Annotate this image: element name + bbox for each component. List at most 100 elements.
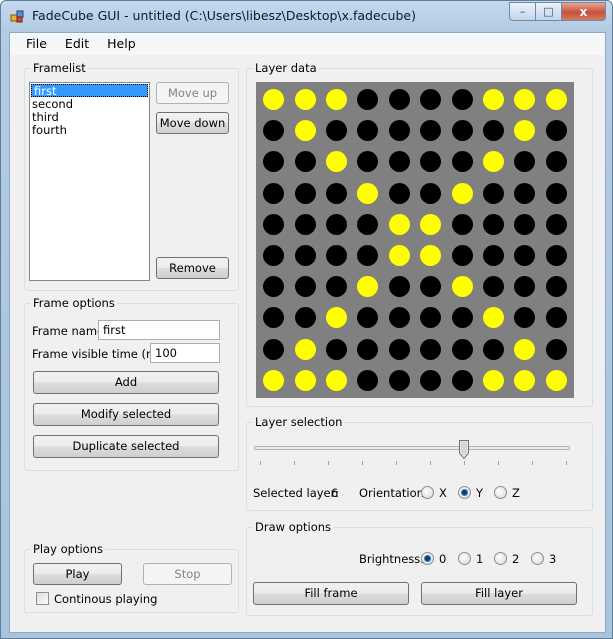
continuous-playing-label[interactable]: Continous playing [54,592,157,606]
led-cell[interactable] [415,146,446,177]
led-cell[interactable] [289,240,320,271]
led-cell[interactable] [258,146,289,177]
orientation-x-label[interactable]: X [439,486,447,500]
led-cell[interactable] [478,84,509,115]
led-cell[interactable] [352,209,383,240]
led-cell[interactable] [384,209,415,240]
led-cell[interactable] [289,146,320,177]
led-cell[interactable] [446,302,477,333]
led-cell[interactable] [478,115,509,146]
led-cell[interactable] [321,115,352,146]
led-cell[interactable] [478,334,509,365]
led-cell[interactable] [509,365,540,396]
layer-slider-track[interactable] [254,446,570,450]
led-cell[interactable] [384,365,415,396]
led-cell[interactable] [509,209,540,240]
led-cell[interactable] [384,146,415,177]
led-cell[interactable] [321,365,352,396]
led-cell[interactable] [258,271,289,302]
brightness-3-radio[interactable] [531,552,544,565]
led-cell[interactable] [509,84,540,115]
led-cell[interactable] [415,178,446,209]
led-cell[interactable] [509,146,540,177]
fill-layer-button[interactable]: Fill layer [421,582,577,605]
brightness-3-label[interactable]: 3 [549,552,556,566]
title-bar[interactable]: FadeCube GUI - untitled (C:\Users\libesz… [1,1,612,31]
led-cell[interactable] [415,334,446,365]
led-cell[interactable] [352,302,383,333]
led-cell[interactable] [321,178,352,209]
led-cell[interactable] [541,115,572,146]
led-cell[interactable] [415,84,446,115]
led-cell[interactable] [321,302,352,333]
brightness-1-label[interactable]: 1 [476,552,483,566]
led-cell[interactable] [541,302,572,333]
led-cell[interactable] [415,240,446,271]
orientation-y-radio[interactable] [458,486,471,499]
led-cell[interactable] [352,146,383,177]
remove-button[interactable]: Remove [156,257,229,279]
led-cell[interactable] [446,115,477,146]
led-cell[interactable] [509,178,540,209]
led-cell[interactable] [384,84,415,115]
framelist-listbox[interactable]: first second third fourth [29,82,150,281]
led-cell[interactable] [289,84,320,115]
led-cell[interactable] [352,115,383,146]
frame-list-item-fourth[interactable]: fourth [30,124,149,137]
orientation-x-radio[interactable] [421,486,434,499]
led-cell[interactable] [541,240,572,271]
brightness-2-label[interactable]: 2 [512,552,519,566]
led-cell[interactable] [289,334,320,365]
brightness-0-label[interactable]: 0 [439,552,446,566]
led-cell[interactable] [258,115,289,146]
menu-file[interactable]: File [17,33,56,55]
led-cell[interactable] [446,178,477,209]
led-cell[interactable] [289,115,320,146]
brightness-1-radio[interactable] [458,552,471,565]
led-cell[interactable] [446,271,477,302]
frame-name-input[interactable]: first [98,320,220,340]
orientation-y-label[interactable]: Y [476,486,483,500]
led-cell[interactable] [321,146,352,177]
led-cell[interactable] [541,334,572,365]
led-cell[interactable] [478,209,509,240]
led-cell[interactable] [478,365,509,396]
led-cell[interactable] [446,84,477,115]
led-cell[interactable] [541,84,572,115]
modify-selected-button[interactable]: Modify selected [33,403,219,426]
frame-list-item-first[interactable]: first [31,84,148,98]
led-cell[interactable] [509,271,540,302]
led-cell[interactable] [415,302,446,333]
led-cell[interactable] [541,271,572,302]
led-cell[interactable] [352,271,383,302]
fill-frame-button[interactable]: Fill frame [253,582,409,605]
led-cell[interactable] [321,209,352,240]
led-cell[interactable] [321,334,352,365]
led-cell[interactable] [478,271,509,302]
orientation-z-label[interactable]: Z [512,486,520,500]
led-cell[interactable] [258,178,289,209]
led-cell[interactable] [384,271,415,302]
led-cell[interactable] [446,365,477,396]
led-cell[interactable] [478,240,509,271]
led-cell[interactable] [446,209,477,240]
led-cell[interactable] [478,146,509,177]
led-cell[interactable] [384,178,415,209]
minimize-button[interactable]: – [509,2,536,21]
led-cell[interactable] [415,271,446,302]
led-cell[interactable] [415,365,446,396]
frame-time-input[interactable]: 100 [150,343,220,363]
led-cell[interactable] [509,302,540,333]
move-down-button[interactable]: Move down [156,112,229,134]
led-cell[interactable] [258,365,289,396]
move-up-button[interactable]: Move up [156,82,229,104]
stop-button[interactable]: Stop [143,563,232,585]
led-cell[interactable] [541,209,572,240]
led-cell[interactable] [541,365,572,396]
add-button[interactable]: Add [33,371,219,394]
led-cell[interactable] [258,84,289,115]
led-cell[interactable] [289,271,320,302]
led-cell[interactable] [541,146,572,177]
led-cell[interactable] [509,334,540,365]
led-cell[interactable] [478,302,509,333]
